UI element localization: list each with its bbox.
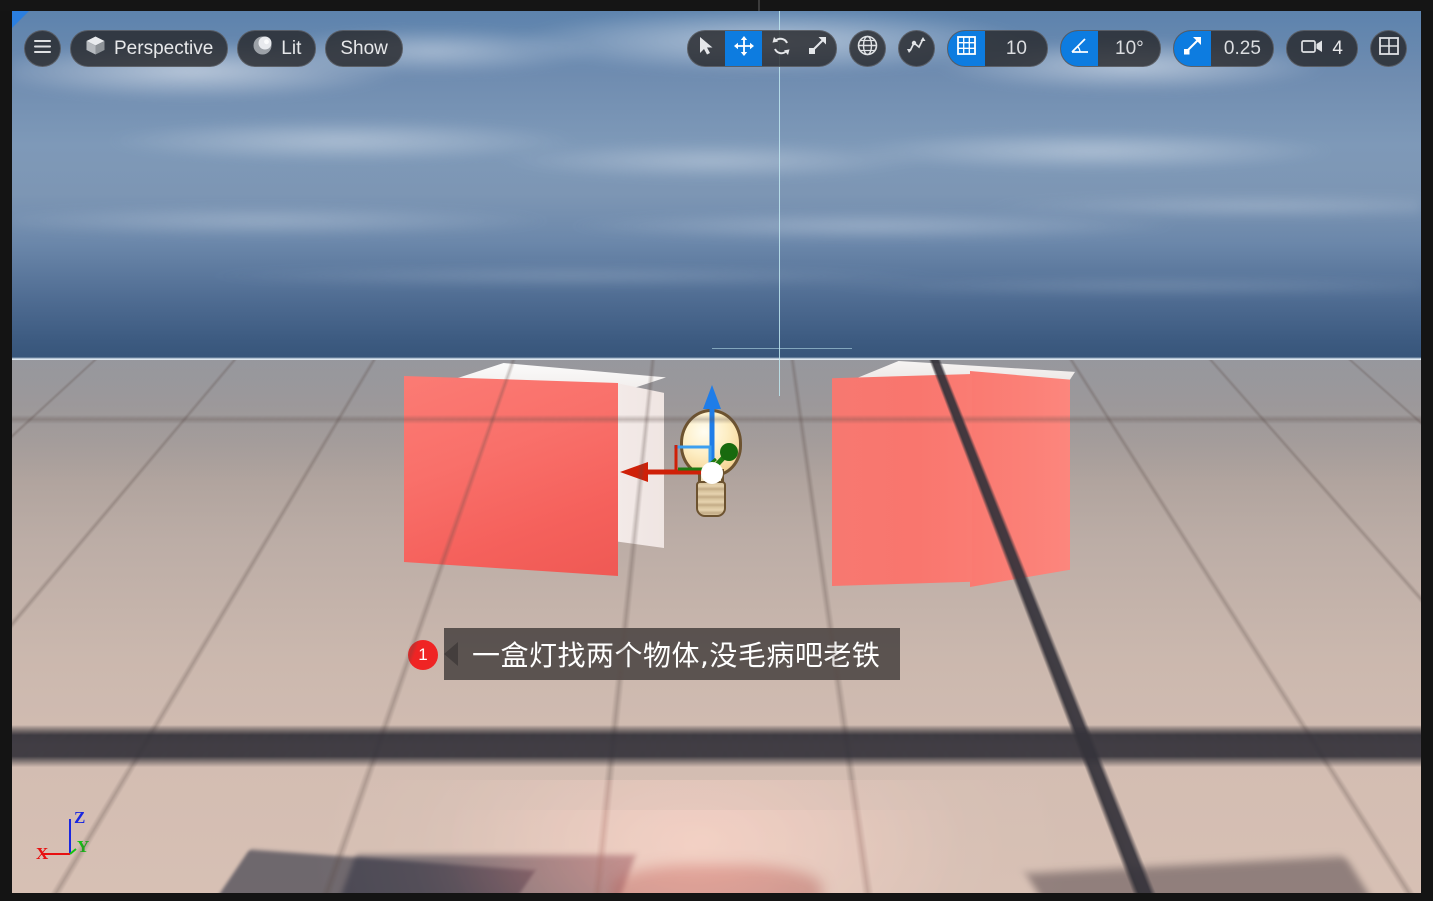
- angle-snap-toggle[interactable]: [1061, 31, 1099, 66]
- grid-snap-control: 10: [947, 30, 1049, 67]
- show-menu-button[interactable]: Show: [325, 30, 403, 67]
- rotate-arrows-icon: [771, 36, 791, 62]
- viewport-layout-button[interactable]: [1370, 30, 1407, 67]
- light-falloff-core: [442, 810, 962, 893]
- axis-orientation-indicator: Z X Y: [30, 806, 110, 876]
- editor-window: Z X Y Perspective Lit Show 10 10° 0.25 4…: [0, 0, 1433, 901]
- four-pane-icon: [1378, 36, 1399, 61]
- viewport-toolbar-left: Perspective Lit Show: [24, 30, 403, 67]
- select-tool-button[interactable]: [688, 31, 725, 66]
- light-bulb-sprite[interactable]: [672, 409, 750, 527]
- scale-snap-toggle[interactable]: [1174, 31, 1212, 66]
- move-arrows-icon: [733, 35, 754, 62]
- annotation-text: 一盒灯找两个物体,没毛病吧老铁: [472, 639, 881, 672]
- cube-icon: [85, 35, 106, 62]
- lighting-mode-button[interactable]: Lit: [237, 30, 317, 67]
- viewport-menu-button[interactable]: [24, 30, 61, 67]
- cursor-arrow-icon: [699, 36, 714, 61]
- scale-snap-value[interactable]: 0.25: [1211, 31, 1273, 66]
- editor-top-chrome: [0, 0, 1433, 11]
- bulb-screw-base: [696, 481, 726, 517]
- translate-tool-button[interactable]: [725, 31, 763, 66]
- scale-snap-control: 0.25: [1173, 30, 1275, 67]
- grid-icon: [957, 36, 977, 61]
- show-menu-label: Show: [340, 37, 388, 59]
- angle-snap-control: 10°: [1060, 30, 1162, 67]
- hamburger-menu-icon: [33, 38, 52, 60]
- vertex-snap-icon: [906, 35, 927, 62]
- angle-icon: [1070, 36, 1090, 62]
- rotate-tool-button[interactable]: [762, 31, 799, 66]
- axis-label-x: X: [36, 844, 49, 863]
- scale-tool-button[interactable]: [799, 31, 836, 66]
- light-helper-vertical-line: [779, 11, 780, 396]
- scale-arrow-icon: [1183, 36, 1202, 61]
- angle-snap-value[interactable]: 10°: [1098, 31, 1160, 66]
- sphere-lit-icon: [252, 35, 273, 62]
- tab-divider-tick: [758, 0, 760, 11]
- cube-right-front-face: [832, 374, 972, 586]
- editor-bottom-chrome: [0, 893, 1433, 901]
- light-helper-horizontal-line: [712, 348, 852, 349]
- viewport-active-corner-marker: [12, 11, 29, 28]
- axis-label-z: Z: [74, 808, 86, 827]
- annotation-callout: 一盒灯找两个物体,没毛病吧老铁: [444, 628, 901, 680]
- bulb-glass: [680, 409, 742, 477]
- level-viewport[interactable]: Z X Y Perspective Lit Show 10 10° 0.25 4…: [12, 11, 1421, 893]
- transform-tool-group: [687, 30, 838, 67]
- cube-left-front-face: [404, 376, 618, 576]
- annotation-badge: 1: [408, 640, 438, 670]
- grid-snap-toggle[interactable]: [948, 31, 986, 66]
- axis-label-y: Y: [77, 837, 90, 856]
- camera-speed-value: 4: [1332, 37, 1343, 59]
- grid-snap-value[interactable]: 10: [985, 31, 1047, 66]
- lighting-mode-label: Lit: [281, 37, 302, 59]
- view-mode-button[interactable]: Perspective: [70, 30, 229, 67]
- viewport-toolbar-right: 10 10° 0.25 4: [687, 30, 1407, 67]
- cube-right-right-face: [970, 371, 1070, 587]
- view-mode-label: Perspective: [114, 37, 214, 59]
- coordinate-system-button[interactable]: [849, 30, 887, 67]
- globe-icon: [857, 35, 878, 62]
- surface-snapping-button[interactable]: [898, 30, 936, 67]
- scale-corners-icon: [808, 36, 827, 61]
- callout-pointer: [444, 642, 458, 666]
- camera-icon: [1301, 38, 1324, 60]
- camera-speed-control[interactable]: 4: [1286, 30, 1358, 67]
- cube-left-right-face: [616, 383, 664, 548]
